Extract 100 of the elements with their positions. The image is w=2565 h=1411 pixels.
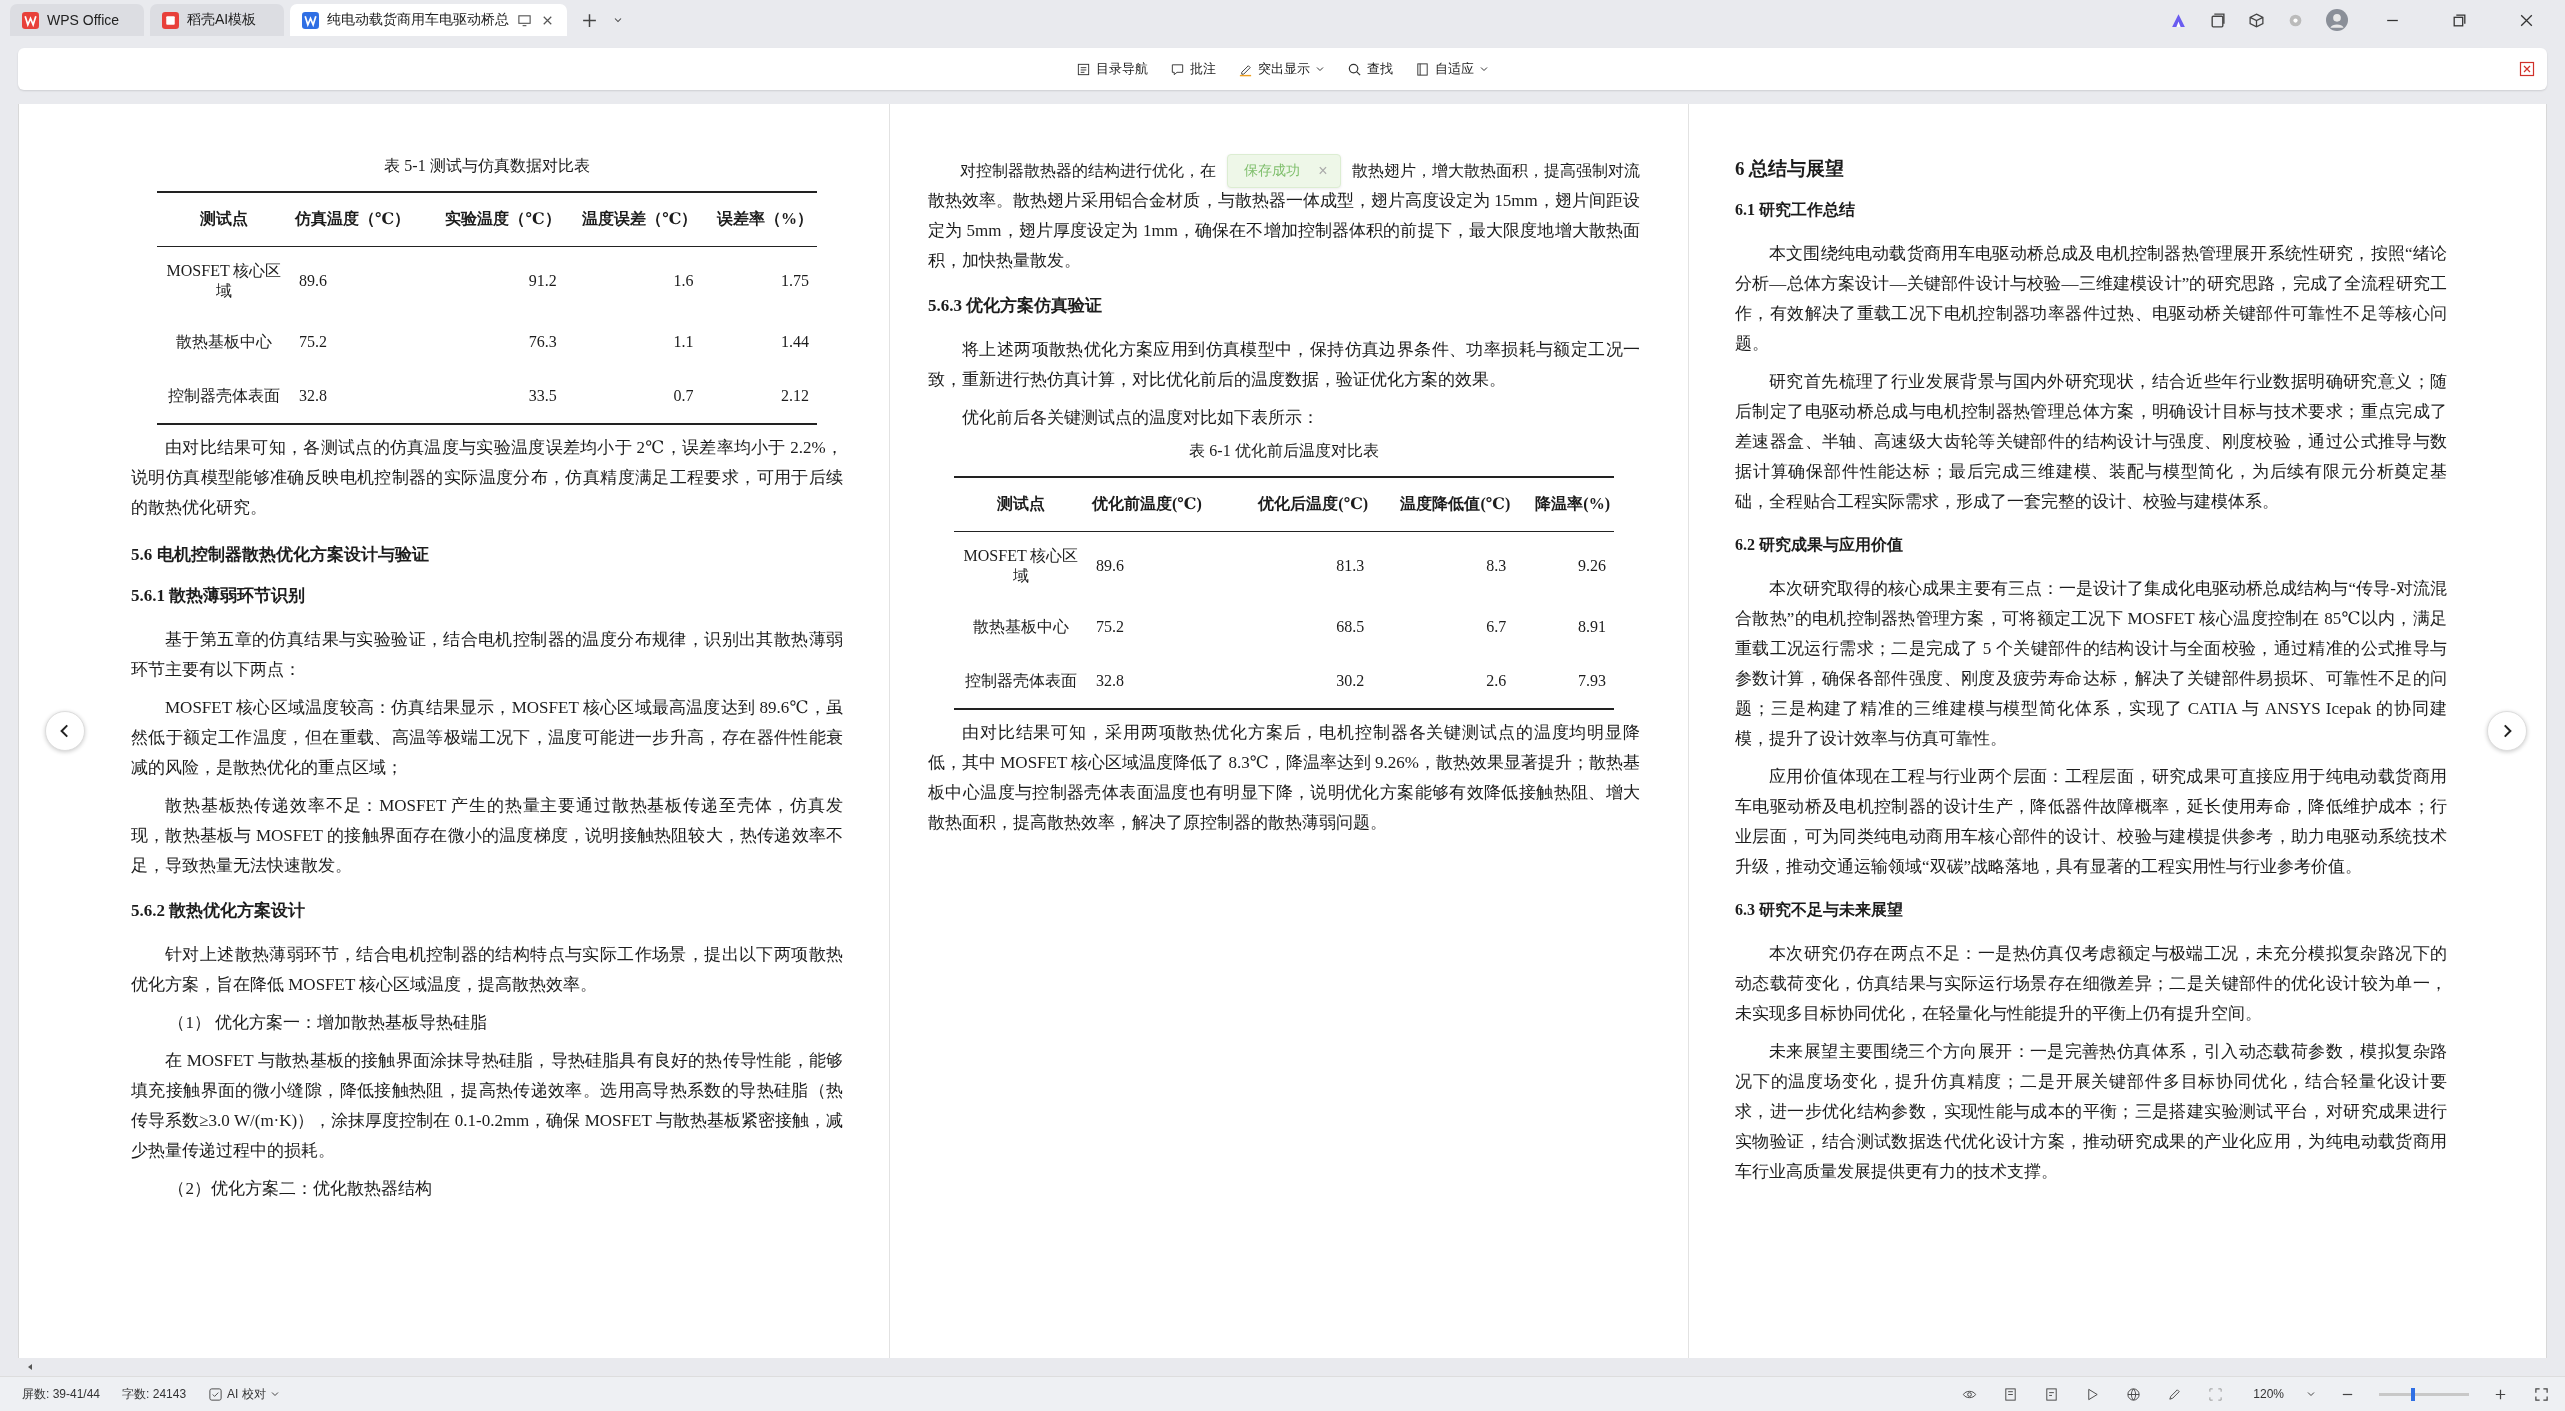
table-cell-text: 75.2: [1095, 617, 1125, 637]
caret-icon: [269, 1389, 280, 1399]
table-cell: 1.6: [564, 246, 702, 315]
table-cell-text: 6.7: [1485, 617, 1508, 637]
table-cell: 0.7: [564, 369, 702, 424]
paragraph: 散热基板热传递效率不足：MOSFET 产生的热量主要通过散热基板传递至壳体，仿真发现，散热基板与 MOSFET 的接触界面存在微小的温度梯度，说明接触热阻较大，热传递效率不足，导致热量无法快速散发。: [131, 795, 843, 877]
window-icon[interactable]: [2209, 11, 2226, 29]
table-caption: 表 6-1 优化前后温度对比表: [1188, 441, 1380, 461]
slider-thumb[interactable]: [2410, 1387, 2415, 1401]
scroll-left-icon[interactable]: [26, 1363, 34, 1371]
tab[interactable]: 纯电动载货商用车电驱动桥总: [290, 4, 567, 36]
paragraph: 未来展望主要围绕三个方向展开：一是完善热仿真体系，引入动态载荷参数，模拟复杂路况下的温度场变化，提升仿真精度；二是开展关键部件多目标协同优化，结合轻量化设计要求，进一步优化结构参数，实现性能与成本的平衡；三是搭建实验测试平台，对研究成果进行实物验证，结合测试数据迭代优化设计方案，推动研究成果的产业化应用，为纯电动载货商用车行业高质量发展提供更有力的技术支撑。: [1735, 1041, 2447, 1183]
play-icon[interactable]: [2085, 1386, 2101, 1402]
column-header: 测试点: [157, 192, 291, 247]
section-heading: 6.1 研究工作总结: [1735, 200, 1856, 220]
table-cell: 89.6: [1088, 531, 1231, 600]
paragraph: 由对比结果可知，各测试点的仿真温度与实验温度误差均小于 2℃，误差率均小于 2.2%，说明仿真模型能够准确反映电机控制器的实际温度分布，仿真精度满足工程要求，可用于后续的散热优化研究。: [131, 437, 843, 519]
table-cell: 89.6: [291, 246, 428, 315]
paragraph: 在 MOSFET 与散热基板的接触界面涂抹导热硅脂，导热硅脂具有良好的热传导性能，能够填充接触界面的微小缝隙，降低接触热阻，提高热传递效率。选用高导热系数的导热硅脂（热传导系数≥3.0 W/(m·K)），涂抹厚度控制在 0.1-0.2mm，确保 MOSFET 与散热基板紧密接触，减少热量传递过程中的损耗。: [131, 1050, 843, 1162]
avatar-icon[interactable]: [2326, 9, 2348, 31]
paragraph: 本文围绕纯电动载货商用车电驱动桥总成及电机控制器热管理展开系统性研究，按照“绪论分析—总体方案设计—关键部件设计与校验—三维建模设计”的研究思路，完成了全流程研究工作，有效解决了重载工况下电机控制器功率器件过热、电驱动桥关键部件可靠性不足等核心问题。: [1735, 243, 2447, 355]
table-cell: 30.2: [1230, 654, 1373, 709]
table-cell: 1.75: [701, 246, 817, 315]
table-cell: 91.2: [427, 246, 565, 315]
table-cell: 81.3: [1230, 531, 1373, 600]
caret-icon: [1315, 64, 1325, 74]
table-cell: MOSFET 核心区域: [157, 246, 291, 315]
column-header: 实验温度（℃）: [427, 192, 565, 247]
caret-icon: [1479, 64, 1489, 74]
section-heading: 6.3 研究不足与未来展望: [1735, 900, 1904, 920]
screen-count: 屏数: 39-41/44: [22, 1385, 101, 1403]
subsection-heading: 5.6.2 散热优化方案设计: [131, 900, 307, 922]
document-icon: [302, 11, 319, 29]
table-cell: 8.3: [1372, 531, 1515, 600]
section-heading: 5.6 电机控制器散热优化方案设计与验证: [131, 544, 430, 566]
section-heading: 6.2 研究成果与应用价值: [1735, 535, 1904, 555]
table-cell-text: 1.1: [672, 332, 695, 352]
fullscreen-icon[interactable]: [2534, 1386, 2549, 1402]
template-icon: [162, 11, 179, 29]
paragraph: MOSFET 核心区域温度较高：仿真结果显示，MOSFET 核心区域最高温度达到 89.6℃，虽然低于额定工作温度，但在重载、高温等极端工况下，温度可能进一步升高，存在器件性能衰减的风险，是散热优化的重点区域；: [131, 697, 843, 779]
table-cell: 控制器壳体表面: [954, 654, 1088, 709]
list-item: （2）优化方案二：优化散热器结构: [167, 1178, 433, 1200]
paragraph: 将上述两项散热优化方案应用到仿真模型中，保持仿真边界条件、功率损耗与额定工况一致，重新进行热仿真计算，对比优化前后的温度数据，验证优化方案的效果。: [928, 339, 1640, 391]
toolbar-button[interactable]: 查找: [1341, 56, 1399, 82]
column-header: 优化后温度(℃): [1230, 477, 1373, 532]
app-logo-icon: [22, 11, 39, 29]
page-view-icon[interactable]: [2003, 1386, 2019, 1402]
ai-logo-icon[interactable]: [2170, 11, 2187, 29]
paragraph: 基于第五章的仿真结果与实验验证，结合电机控制器的温度分布规律，识别出其散热薄弱环节主要有以下两点：: [131, 629, 843, 681]
table-cell: 33.5: [427, 369, 565, 424]
paragraph: 应用价值体现在工程与行业两个层面：工程层面，研究成果可直接应用于纯电动载货商用车电驱动桥及电机控制器的设计生产，降低器件故障概率，延长使用寿命，降低维护成本；行业层面，可为同类纯电动商用车核心部件的设计、校验与建模提供参考，助力电驱动系统技术升级，推动交通运输领域“双碳”战略落地，具有显著的工程实用性与行业参考价值。: [1735, 766, 2447, 878]
paragraph: 本次研究取得的核心成果主要有三点：一是设计了集成化电驱动桥总成结构与“传导-对流混合散热”的电机控制器热管理方案，可将额定工况下 MOSFET 核心温度控制在 85℃以内，满足重载工况运行需求；二是完成了 5 个关键部件的结构设计与全面校验，通过精准的公式推导与参数计算，确保各部件强度、刚度及疲劳寿命达标，解决了关键部件易损坏、可靠性不足的问题；三是构建了精准的三维建模与模型简化体系，实现了 CATIA 与 ANSYS Icepak 的协同建模，提升了设计效率与仿真可靠性。: [1735, 578, 2447, 750]
exit-icon[interactable]: [2519, 61, 2535, 77]
comment-icon: [1170, 61, 1185, 77]
toast-message: 保存成功: [1244, 162, 1301, 180]
monitor-icon: [517, 12, 532, 28]
table-cell: 2.12: [701, 369, 817, 424]
word-count[interactable]: 字数: 24143: [122, 1385, 187, 1403]
paragraph: 针对上述散热薄弱环节，结合电机控制器的结构特点与实际工作场景，提出以下两项散热优化方案，旨在降低 MOSFET 核心区域温度，提高散热效率。: [131, 944, 843, 996]
table-cell-text: 散热基板中心: [175, 332, 273, 352]
globe-icon[interactable]: [2126, 1386, 2142, 1402]
table-cell: 32.8: [1088, 654, 1231, 709]
tab[interactable]: 稻壳AI模板: [150, 4, 284, 36]
toolbar-button[interactable]: 自适应: [1409, 56, 1495, 82]
text-line: 对控制器散热器的结构进行优化，在: [960, 160, 1216, 181]
list-item: （1） 优化方案一：增加散热基板导热硅脂: [167, 1012, 489, 1034]
table-cell-text: 1.44: [780, 332, 810, 352]
table-cell-text: 8.91: [1577, 617, 1607, 637]
ai-proofread-button[interactable]: AI 校对: [208, 1385, 280, 1403]
table-cell: 控制器壳体表面: [157, 369, 291, 424]
table-caption: 表 5-1 测试与仿真数据对比表: [383, 156, 591, 176]
zoom-level[interactable]: 120%: [2253, 1387, 2284, 1401]
table-cell: MOSFET 核心区域: [954, 531, 1088, 600]
subsection-heading: 5.6.3 优化方案仿真验证: [928, 295, 1104, 317]
column-header: 误差率（%）: [701, 192, 817, 247]
table-cell: 7.93: [1514, 654, 1614, 709]
toolbar-button[interactable]: 批注: [1164, 56, 1222, 82]
search-icon: [1347, 61, 1362, 77]
column-header: 温度误差（℃）: [564, 192, 702, 247]
paragraph: 本次研究仍存在两点不足：一是热仿真仅考虑额定与极端工况，未充分模拟复杂路况下的动态载荷变化，仿真结果与实际运行场景存在细微差异；二是关键部件的优化设计较为单一，未实现多目标协同优化，在轻量化与性能提升的平衡上仍有提升空间。: [1735, 943, 2447, 1025]
subsection-heading: 5.6.1 散热薄弱环节识别: [131, 585, 307, 607]
paragraph: 优化前后各关键测试点的温度对比如下表所示：: [961, 407, 1320, 429]
toolbar-button[interactable]: 目录导航: [1070, 56, 1154, 82]
table-cell: 32.8: [291, 369, 428, 424]
list-icon: [1076, 61, 1091, 77]
column-header: 测试点: [954, 477, 1088, 532]
table-cell-text: 75.2: [298, 332, 328, 352]
table-cell-text: 68.5: [1335, 617, 1366, 637]
tab[interactable]: WPS Office: [10, 4, 144, 36]
column-header: 温度降低值(℃): [1372, 477, 1515, 532]
pen-icon[interactable]: [2167, 1386, 2183, 1402]
new-tab-icon[interactable]: [581, 11, 598, 29]
column-header: 仿真温度（℃）: [291, 192, 428, 247]
page-icon: [1415, 61, 1430, 77]
toolbar-button[interactable]: 突出显示: [1232, 56, 1331, 82]
outline-view-icon[interactable]: [2044, 1386, 2060, 1402]
cube-icon[interactable]: [2248, 11, 2265, 29]
text-line: 散热翅片，增大散热面积，提高强制对流: [1352, 160, 1640, 181]
paragraph: 研究首先梳理了行业发展背景与国内外研究现状，结合近些年行业数据明确研究意义；随后制定了电驱动桥总成与电机控制器热管理总体方案，明确设计目标与技术要求；重点完成了差速器盒、半轴、高速级大齿轮等关键部件的结构设计与强度、刚度校验，通过公式推导与数据计算确保部件性能达标；最后完成三维建模、装配与模型简化，为后续有限元分析奠定基础，全程贴合工程实际需求，形成了一套完整的设计、校验与建模体系。: [1735, 371, 2447, 513]
table-cell-text: 散热基板中心: [972, 617, 1070, 637]
